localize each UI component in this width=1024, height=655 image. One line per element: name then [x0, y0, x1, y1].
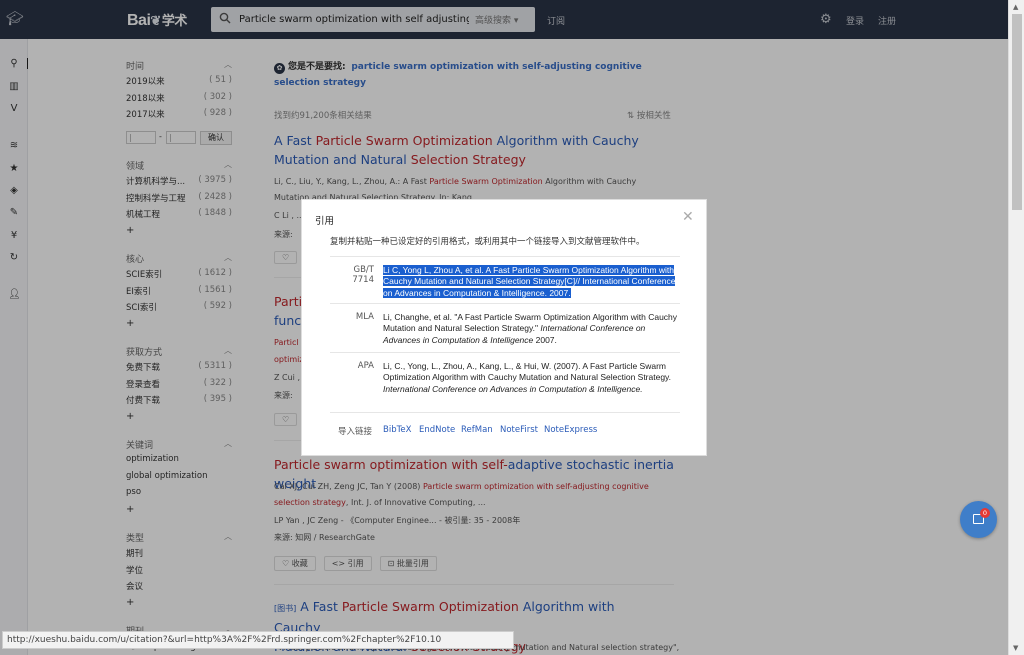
citation-format-label: MLA: [355, 312, 374, 322]
citation-row-mla: MLA Li, Changhe, et al. "A Fast Particle…: [330, 303, 680, 352]
vertical-scrollbar[interactable]: ▲ ▼: [1008, 0, 1024, 655]
dialog-description: 复制并粘贴一种已设定好的引用格式，或利用其中一个链接导入到文献管理软件中。: [330, 237, 645, 247]
close-icon[interactable]: ✕: [682, 209, 694, 225]
citation-row-apa: APA Li, C., Yong, L., Zhou, A., Kang, L.…: [330, 352, 680, 412]
refman-link[interactable]: RefMan: [461, 425, 493, 435]
status-bar-url: http://xueshu.baidu.com/u/citation?&url=…: [2, 631, 514, 649]
scroll-up-arrow-icon[interactable]: ▲: [1013, 3, 1018, 11]
dialog-title: 引用: [315, 216, 335, 227]
citation-text[interactable]: Li, Changhe, et al. "A Fast Particle Swa…: [383, 312, 679, 346]
noteexpress-link[interactable]: NoteExpress: [544, 425, 597, 435]
import-links-label: 导入链接: [338, 427, 373, 437]
floating-folder-button[interactable]: 0: [960, 501, 997, 538]
citation-format-label: APA: [357, 361, 374, 371]
citation-text[interactable]: Li C, Yong L, Zhou A, et al. A Fast Part…: [383, 265, 679, 299]
scroll-thumb[interactable]: [1012, 14, 1022, 210]
citation-row-gbt: GB/T 7714 Li C, Yong L, Zhou A, et al. A…: [330, 256, 680, 303]
citation-text[interactable]: Li, C., Yong, L., Zhou, A., Kang, L., & …: [383, 361, 679, 395]
notification-badge: 0: [980, 508, 990, 518]
scroll-down-arrow-icon[interactable]: ▼: [1013, 644, 1018, 652]
citation-format-label: GB/T 7714: [352, 265, 374, 285]
notefirst-link[interactable]: NoteFirst: [500, 425, 538, 435]
endnote-link[interactable]: EndNote: [419, 425, 455, 435]
citation-dialog: 引用 ✕ 复制并粘贴一种已设定好的引用格式，或利用其中一个链接导入到文献管理软件…: [301, 199, 707, 456]
divider: [330, 412, 680, 413]
bibtex-link[interactable]: BibTeX: [383, 425, 411, 435]
